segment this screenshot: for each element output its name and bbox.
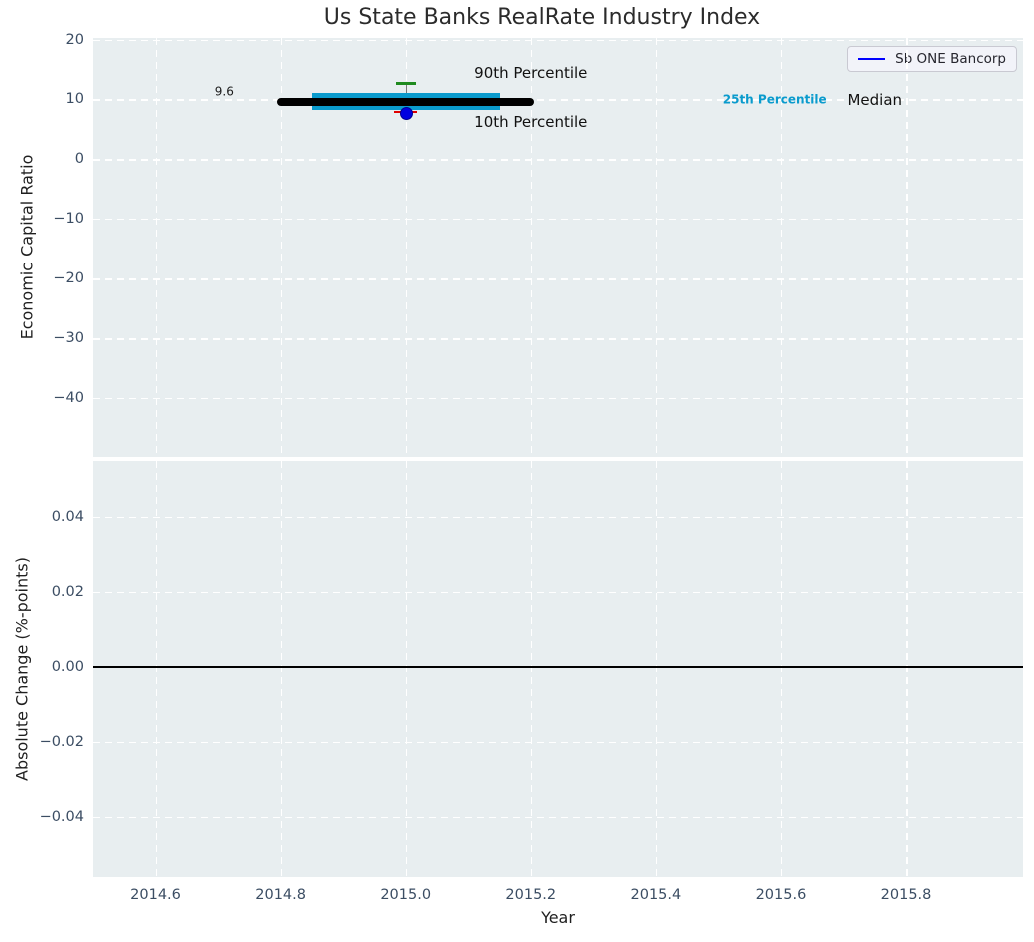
y-tick-label: −10 [53, 210, 84, 227]
x-gridline [280, 461, 283, 877]
y-tick-label: 20 [65, 31, 84, 48]
x-tick-label: 2014.6 [130, 887, 181, 903]
p90-tick [395, 81, 416, 85]
x-tick-label: 2015.0 [380, 887, 432, 903]
x-tick-label: 2014.8 [255, 887, 306, 903]
bottom-plot-area: 0.04 0.02 0.00 −0.02 −0.04 2014.6 2014.8 2015.0… [40, 461, 1023, 903]
y-gridline [93, 591, 1023, 594]
zero-line [93, 665, 1023, 668]
y-gridline [93, 338, 1023, 340]
annotation: Median [847, 90, 903, 109]
x-gridline [405, 461, 408, 877]
y-gridline [93, 516, 1023, 519]
annotation: 90th Percentile [474, 63, 588, 82]
company-point [400, 106, 414, 120]
legend: Sb ONE Bancorp [847, 46, 1017, 72]
y-gridline [93, 816, 1023, 819]
y-tick-label: 0 [74, 151, 84, 168]
median-bar [277, 97, 534, 106]
x-axis-label: Year [541, 908, 575, 927]
y-gridline [93, 159, 1023, 161]
y-tick-label: −20 [53, 270, 84, 287]
y-tick-label: 0.04 [51, 508, 84, 525]
top-y-axis-label: Economic Capital Ratio [17, 154, 37, 340]
legend-label: Sb ONE Bancorp [895, 51, 1006, 67]
y-tick-label: −30 [53, 330, 84, 347]
y-gridline [93, 741, 1023, 744]
y-gridline [93, 278, 1023, 280]
annotation: 25th Percentile [722, 92, 827, 107]
annotation: 10th Percentile [474, 112, 588, 131]
y-tick-label: 10 [65, 91, 84, 108]
x-tick-label: 2015.4 [630, 887, 682, 903]
annotation: 9.6 [214, 84, 234, 99]
x-tick-label: 2015.2 [505, 887, 557, 903]
y-tick-label: −0.02 [39, 733, 84, 750]
y-tick-label: −40 [53, 389, 84, 406]
y-gridline [93, 397, 1023, 400]
x-gridline [530, 461, 533, 877]
y-tick-label: 0.02 [51, 583, 84, 600]
bottom-y-axis-label: Absolute Change (%-points) [12, 557, 32, 781]
y-gridline [93, 39, 1023, 42]
x-tick-label: 2015.6 [755, 887, 807, 903]
x-gridline [155, 461, 158, 877]
x-gridline [655, 461, 658, 877]
legend-line-sample [858, 58, 886, 60]
y-tick-label: 0.00 [51, 658, 84, 675]
y-tick-label: −0.04 [39, 808, 84, 825]
figure: Us State Banks RealRate Industry Index E… [0, 0, 1034, 942]
chart-title: Us State Banks RealRate Industry Index [323, 5, 761, 30]
x-gridline [780, 461, 783, 877]
top-plot-area: Sb ONE Bancorp 20 10 0 −10 −20 −30 −40 9.6 90th … [53, 32, 1023, 457]
x-gridline [906, 461, 908, 877]
y-gridline [93, 218, 1023, 221]
x-tick-label: 2015.8 [880, 887, 932, 903]
